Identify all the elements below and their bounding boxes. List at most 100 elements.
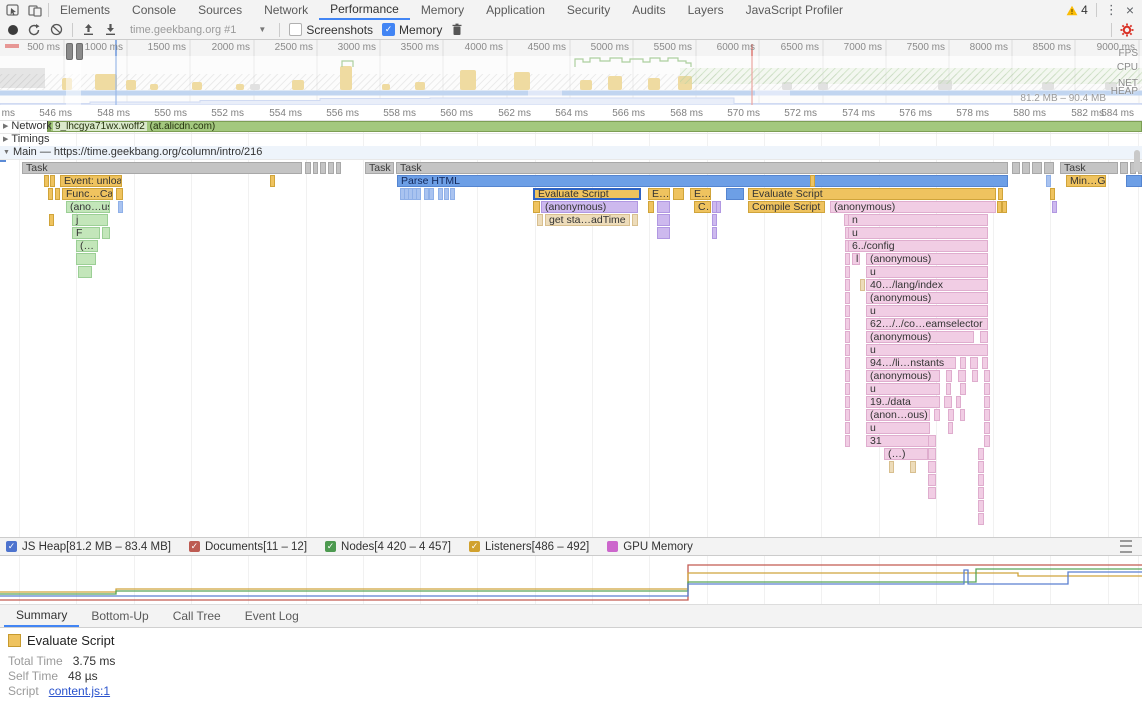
save-profile-icon[interactable] [104, 23, 117, 36]
flame-bar[interactable] [910, 461, 916, 473]
flame-bar[interactable] [648, 201, 654, 213]
tab-memory[interactable]: Memory [410, 1, 475, 20]
flame-bar[interactable]: 94…/li…nstants [866, 357, 956, 369]
close-icon[interactable]: × [1126, 3, 1134, 17]
flame-bar[interactable] [948, 409, 954, 421]
flame-bar[interactable]: Min…GC [1066, 175, 1106, 187]
flame-chart-area[interactable]: 544 ms546 ms548 ms550 ms552 ms554 ms556 … [0, 105, 1142, 537]
flame-bar[interactable] [102, 227, 110, 239]
flame-bar[interactable]: Parse HTML [397, 175, 1008, 187]
flame-bar[interactable]: Event: unload [60, 175, 122, 187]
flame-bar[interactable] [1022, 162, 1030, 174]
flame-bar[interactable] [845, 383, 850, 395]
tab-network[interactable]: Network [253, 1, 319, 20]
flame-bar[interactable]: C… [694, 201, 711, 213]
kebab-menu-icon[interactable]: ⋮ [1105, 3, 1118, 17]
flame-bar[interactable] [845, 266, 850, 278]
flame-bar[interactable]: (anonymous) [866, 331, 974, 343]
overview-right-handle[interactable] [76, 43, 83, 60]
flame-bar[interactable] [845, 331, 850, 343]
flame-bar[interactable] [889, 461, 894, 473]
overview-left-handle[interactable] [66, 43, 73, 60]
load-profile-icon[interactable] [82, 23, 95, 36]
flame-bar[interactable]: (anonymous) [866, 292, 988, 304]
timeline-overview[interactable]: 500 ms1000 ms1500 ms2000 ms2500 ms3000 m… [0, 40, 1142, 106]
flame-bar[interactable]: (…) [884, 448, 928, 460]
tab-console[interactable]: Console [121, 1, 187, 20]
flame-bar[interactable] [1120, 162, 1128, 174]
flame-bar[interactable] [845, 357, 850, 369]
flame-bar[interactable] [998, 188, 1003, 200]
flame-bar[interactable]: (anonymous) [866, 253, 988, 265]
memory-checkbox[interactable]: ✓ [382, 23, 395, 36]
flame-bar[interactable] [657, 214, 670, 226]
flame-bar[interactable] [978, 513, 984, 525]
flame-bar[interactable] [1050, 188, 1055, 200]
flame-bar[interactable] [944, 396, 952, 408]
network-request-bar[interactable]: 9_lhcgya71wx.woff2 (at.alicdn.com) [47, 121, 1142, 132]
flame-bar[interactable]: Task [365, 162, 394, 174]
flame-bar[interactable] [533, 201, 540, 213]
flame-bar[interactable] [673, 188, 684, 200]
flame-bar[interactable] [970, 357, 978, 369]
flame-bar[interactable] [416, 188, 421, 200]
flame-bar[interactable]: (ano…us) [66, 201, 110, 213]
flame-bar[interactable] [55, 188, 60, 200]
flame-bar[interactable]: Evaluate Script [748, 188, 996, 200]
counter-legend-item[interactable]: ✓Documents[11 – 12] [189, 541, 307, 553]
trash-icon[interactable] [451, 23, 463, 36]
flame-bar[interactable] [928, 448, 936, 460]
flame-bar[interactable] [320, 162, 326, 174]
flame-bar[interactable] [928, 435, 936, 447]
flame-bar[interactable] [44, 175, 49, 187]
flame-bar[interactable]: Func…Call [62, 188, 113, 200]
flame-bar[interactable] [450, 188, 455, 200]
flame-bar[interactable] [845, 422, 850, 434]
counter-legend-item[interactable]: GPU Memory [607, 541, 693, 553]
flame-bar[interactable] [76, 253, 96, 265]
counter-checkbox[interactable] [607, 541, 618, 552]
flame-bar[interactable]: u [866, 383, 940, 395]
flame-bar[interactable] [978, 500, 984, 512]
flame-bar[interactable]: j [72, 214, 108, 226]
flame-bar[interactable] [956, 396, 961, 408]
flame-bar[interactable] [429, 188, 434, 200]
flame-bar[interactable] [537, 214, 543, 226]
flame-bar[interactable] [810, 175, 815, 187]
tab-layers[interactable]: Layers [677, 1, 735, 20]
flame-bar[interactable]: n [848, 214, 988, 226]
flame-bar[interactable]: 6../config [848, 240, 988, 252]
flame-bar[interactable] [960, 357, 966, 369]
flame-bar[interactable] [716, 201, 721, 213]
counters-menu-icon[interactable] [1120, 540, 1132, 553]
flame-bar[interactable] [632, 214, 638, 226]
flame-bar[interactable]: u [866, 344, 988, 356]
flame-bar[interactable] [118, 201, 123, 213]
flame-bar[interactable] [984, 422, 990, 434]
flame-bar[interactable] [313, 162, 318, 174]
flame-bar[interactable] [845, 292, 850, 304]
flame-bar[interactable]: u [866, 422, 930, 434]
flame-bar[interactable] [978, 487, 984, 499]
flame-bar[interactable] [336, 162, 341, 174]
flame-bar[interactable] [845, 409, 850, 421]
tab-security[interactable]: Security [556, 1, 621, 20]
flame-bar[interactable] [934, 409, 940, 421]
tab-elements[interactable]: Elements [49, 1, 121, 20]
flame-bar[interactable] [50, 175, 55, 187]
flame-bar[interactable] [657, 201, 670, 213]
flame-bar[interactable] [960, 383, 966, 395]
tab-audits[interactable]: Audits [621, 1, 676, 20]
tab-application[interactable]: Application [475, 1, 556, 20]
flame-bar[interactable] [958, 370, 966, 382]
flame-bar[interactable] [845, 318, 850, 330]
flame-bar[interactable] [845, 435, 850, 447]
flame-bar[interactable] [978, 474, 984, 486]
tab-summary[interactable]: Summary [4, 605, 79, 627]
flame-bar[interactable] [946, 383, 951, 395]
flame-bar[interactable] [1044, 162, 1054, 174]
flame-bar[interactable]: (anon…ous) [866, 409, 930, 421]
track-network[interactable]: ▶Network 9_lhcgya71wx.woff2 (at.alicdn.c… [0, 120, 1142, 134]
flame-bar[interactable] [305, 162, 311, 174]
flame-bar[interactable] [1002, 201, 1007, 213]
